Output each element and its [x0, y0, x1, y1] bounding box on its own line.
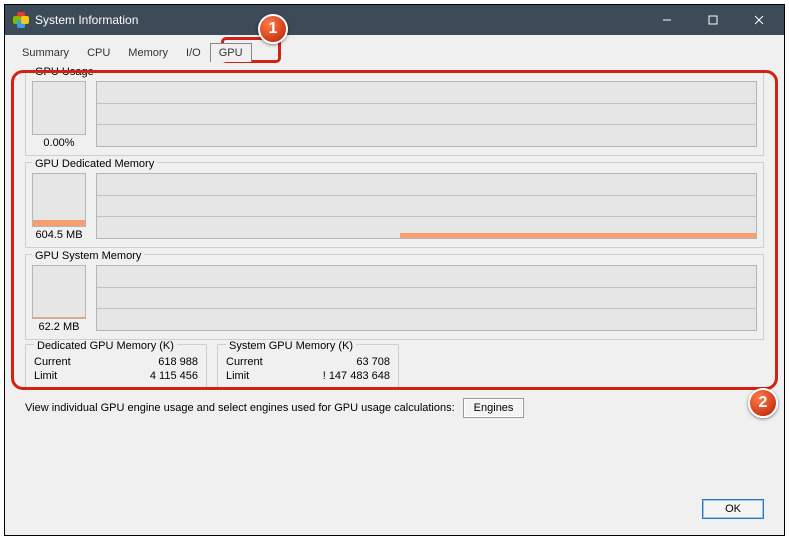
usage-gauge	[32, 81, 86, 135]
stat-dedicated: Dedicated GPU Memory (K) Current 618 988…	[25, 344, 207, 390]
value-system-limit: ! 147 483 648	[284, 369, 390, 383]
tab-memory[interactable]: Memory	[119, 43, 177, 62]
stat-system: System GPU Memory (K) Current 63 708 Lim…	[217, 344, 399, 390]
system-gauge	[32, 265, 86, 319]
group-title-dedicated: GPU Dedicated Memory	[32, 158, 157, 170]
system-history-graph	[96, 265, 757, 331]
table-row: Current 63 708	[226, 355, 390, 369]
title-bar: System Information	[5, 5, 784, 35]
group-gpu-dedicated: GPU Dedicated Memory 604.5 MB	[25, 162, 764, 248]
value-system-current: 63 708	[284, 355, 390, 369]
system-value: 62.2 MB	[32, 321, 86, 333]
tab-cpu[interactable]: CPU	[78, 43, 119, 62]
annotation-badge-1: 1	[258, 14, 288, 44]
close-button[interactable]	[736, 5, 782, 35]
label-limit: Limit	[226, 369, 284, 383]
table-row: Limit 4 115 456	[34, 369, 198, 383]
app-icon	[13, 12, 29, 28]
tab-summary[interactable]: Summary	[13, 43, 78, 62]
tab-io[interactable]: I/O	[177, 43, 210, 62]
engines-description: View individual GPU engine usage and sel…	[25, 402, 455, 414]
ok-button[interactable]: OK	[702, 499, 764, 519]
label-current: Current	[34, 355, 105, 369]
stat-system-title: System GPU Memory (K)	[226, 340, 356, 352]
maximize-button[interactable]	[690, 5, 736, 35]
tab-gpu[interactable]: GPU	[210, 43, 252, 62]
dedicated-gauge	[32, 173, 86, 227]
engines-button[interactable]: Engines	[463, 398, 525, 418]
value-dedicated-limit: 4 115 456	[105, 369, 198, 383]
group-title-system: GPU System Memory	[32, 250, 144, 262]
usage-history-graph	[96, 81, 757, 147]
window-title: System Information	[35, 13, 644, 27]
label-current: Current	[226, 355, 284, 369]
tab-strip: Summary CPU Memory I/O GPU	[5, 35, 784, 62]
dedicated-value: 604.5 MB	[32, 229, 86, 241]
table-row: Current 618 988	[34, 355, 198, 369]
stat-dedicated-title: Dedicated GPU Memory (K)	[34, 340, 177, 352]
group-gpu-system: GPU System Memory 62.2 MB	[25, 254, 764, 340]
minimize-button[interactable]	[644, 5, 690, 35]
annotation-badge-2: 2	[748, 388, 778, 418]
label-limit: Limit	[34, 369, 105, 383]
group-gpu-usage: GPU Usage 0.00%	[25, 70, 764, 156]
usage-value: 0.00%	[32, 137, 86, 149]
table-row: Limit ! 147 483 648	[226, 369, 390, 383]
tab-content: GPU Usage 0.00% GPU Dedicated	[13, 62, 776, 527]
dedicated-history-graph	[96, 173, 757, 239]
value-dedicated-current: 618 988	[105, 355, 198, 369]
group-title-usage: GPU Usage	[32, 66, 97, 78]
